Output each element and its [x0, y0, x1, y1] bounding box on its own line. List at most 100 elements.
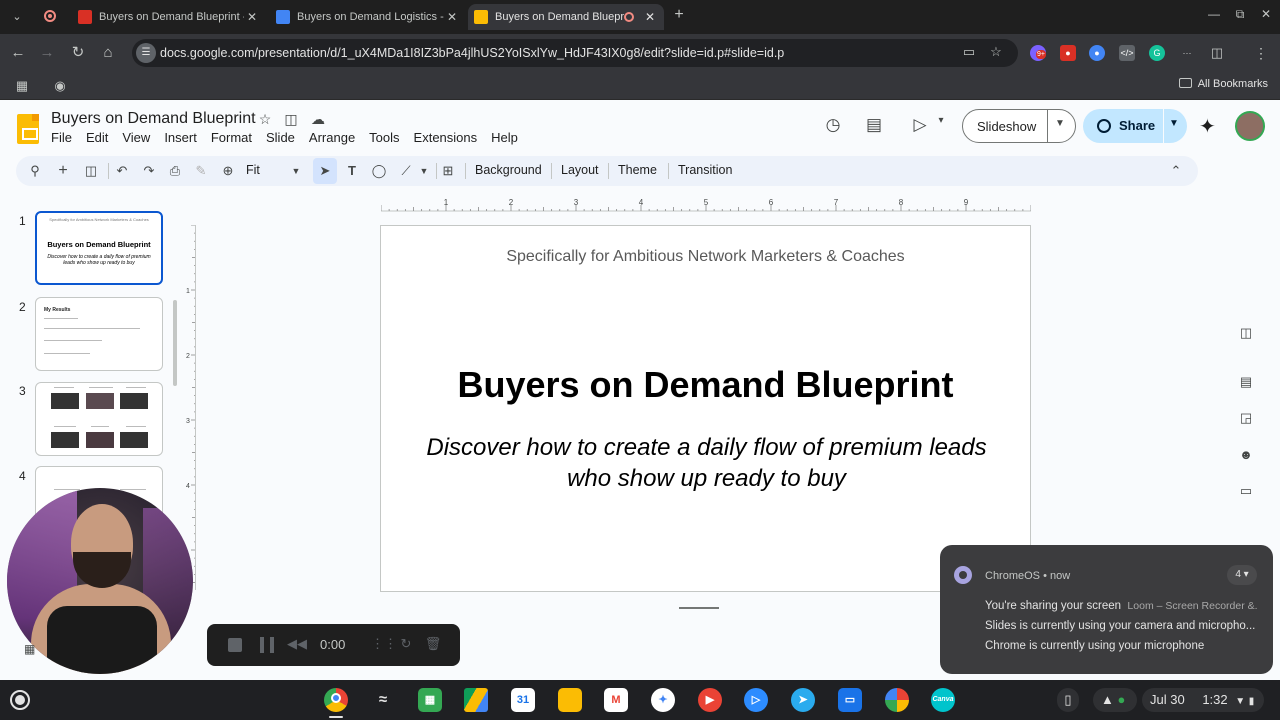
- paint-format-icon[interactable]: ✎: [192, 162, 210, 180]
- rewind-icon[interactable]: ◀◀: [287, 636, 307, 654]
- share-dropdown-icon[interactable]: ▼: [1169, 118, 1179, 129]
- notification-line[interactable]: Slides is currently using your camera an…: [985, 620, 1257, 632]
- extension-badge-icon[interactable]: 9+: [1030, 45, 1046, 61]
- assistant-icon[interactable]: ✦: [651, 688, 675, 712]
- slide-thumbnail-1[interactable]: Specifically for Ambitious Network Marke…: [35, 211, 163, 285]
- notification-count-badge[interactable]: 4 ▾: [1227, 565, 1257, 585]
- zoom-icon[interactable]: ⊕: [219, 162, 237, 180]
- close-tab-icon[interactable]: ✕: [444, 10, 460, 24]
- notification-line[interactable]: You're sharing your screen Loom – Screen…: [985, 600, 1257, 612]
- add-comment-icon[interactable]: ⊞: [439, 162, 457, 180]
- extension-red-icon[interactable]: ●: [1060, 45, 1076, 61]
- transition-button[interactable]: Transition: [678, 163, 732, 177]
- menu-edit[interactable]: Edit: [86, 130, 108, 145]
- undo-icon[interactable]: ↶: [113, 162, 131, 180]
- calendar-icon[interactable]: ▤: [1237, 373, 1255, 391]
- minimize-icon[interactable]: —: [1205, 7, 1223, 21]
- stop-recording-icon[interactable]: [228, 638, 242, 652]
- share-button[interactable]: Share ▼: [1083, 109, 1187, 143]
- globe-bookmark-icon[interactable]: ◉: [52, 78, 68, 94]
- slide-description[interactable]: Discover how to create a daily flow of p…: [401, 432, 1012, 494]
- launcher-icon[interactable]: [10, 690, 30, 710]
- all-bookmarks-button[interactable]: All Bookmarks: [1178, 78, 1268, 90]
- menu-slide[interactable]: Slide: [266, 130, 295, 145]
- comments-icon[interactable]: ▤: [863, 115, 885, 137]
- slideshow-dropdown-icon[interactable]: ▼: [1055, 118, 1065, 129]
- grammarly-icon[interactable]: G: [1149, 45, 1165, 61]
- drive-folder-icon[interactable]: ▭: [1237, 482, 1255, 500]
- contacts-icon[interactable]: ☻: [1237, 446, 1255, 464]
- photos-icon[interactable]: [885, 688, 909, 712]
- meet-camera-icon[interactable]: ▷: [909, 115, 931, 137]
- restore-icon[interactable]: ⧉: [1231, 7, 1249, 22]
- menu-view[interactable]: View: [122, 130, 150, 145]
- slide-title[interactable]: Buyers on Demand Blueprint: [381, 364, 1030, 406]
- keep-icon[interactable]: ◫: [1237, 324, 1255, 342]
- pause-icon[interactable]: [260, 637, 274, 653]
- status-pill[interactable]: ▲ ●: [1093, 688, 1137, 712]
- tab-blueprint-1[interactable]: Buyers on Demand Blueprint - G ✕: [72, 4, 266, 30]
- select-cursor-icon[interactable]: ➤: [316, 162, 334, 180]
- tab-logistics[interactable]: Buyers on Demand Logistics - G ✕: [270, 4, 466, 30]
- url-text[interactable]: docs.google.com/presentation/d/1_uX4MDa1…: [160, 46, 784, 60]
- menu-file[interactable]: File: [51, 130, 72, 145]
- collapse-toolbar-icon[interactable]: ⌃: [1167, 162, 1185, 180]
- files-icon[interactable]: ▭: [838, 688, 862, 712]
- zoom-dropdown-icon[interactable]: ▼: [287, 162, 305, 180]
- extension-code-icon[interactable]: </>: [1119, 45, 1135, 61]
- zoom-select[interactable]: Fit: [246, 163, 260, 177]
- menu-extensions[interactable]: Extensions: [414, 130, 478, 145]
- phone-hub-icon[interactable]: ▯: [1057, 688, 1079, 712]
- filmstrip-scrollbar[interactable]: [173, 300, 177, 386]
- menu-tools[interactable]: Tools: [369, 130, 399, 145]
- new-tab-icon[interactable]: +: [670, 6, 688, 26]
- extension-menu-icon[interactable]: ⋯: [1179, 45, 1195, 61]
- layout-button[interactable]: Layout: [561, 163, 599, 177]
- theme-button[interactable]: Theme: [618, 163, 657, 177]
- slide-thumbnail-3[interactable]: [35, 382, 163, 456]
- calendar-app-icon[interactable]: 31: [511, 688, 535, 712]
- drag-handle-icon[interactable]: ⋮⋮: [371, 636, 397, 654]
- extension-blue-icon[interactable]: ●: [1089, 45, 1105, 61]
- youtube-icon[interactable]: ▶: [698, 688, 722, 712]
- close-tab-icon[interactable]: ✕: [642, 10, 658, 24]
- slide-subtitle[interactable]: Specifically for Ambitious Network Marke…: [381, 248, 1030, 266]
- line-dropdown-icon[interactable]: ▼: [415, 162, 433, 180]
- back-icon[interactable]: ←: [8, 43, 28, 63]
- background-button[interactable]: Background: [475, 163, 542, 177]
- star-icon[interactable]: ☆: [256, 111, 274, 129]
- new-slide-icon[interactable]: +: [54, 162, 72, 180]
- close-tab-icon[interactable]: ✕: [244, 10, 260, 24]
- menu-insert[interactable]: Insert: [164, 130, 197, 145]
- cast-icon[interactable]: ▭: [960, 44, 978, 62]
- menu-help[interactable]: Help: [491, 130, 518, 145]
- bookmark-star-icon[interactable]: ☆: [987, 44, 1005, 62]
- delete-icon[interactable]: 🗑: [424, 636, 442, 654]
- search-menus-icon[interactable]: ⚲: [26, 162, 44, 180]
- restart-icon[interactable]: ↻: [397, 636, 415, 654]
- chromeos-notification[interactable]: ChromeOS • now 4 ▾ You're sharing your s…: [940, 545, 1273, 674]
- recording-indicator-icon[interactable]: [44, 10, 56, 22]
- print-icon[interactable]: ⎙: [166, 162, 184, 180]
- tab-blueprint-active[interactable]: Buyers on Demand Blueprint ✕: [468, 4, 664, 30]
- apps-grid-icon[interactable]: ▦: [14, 78, 30, 94]
- text-box-icon[interactable]: T: [343, 162, 361, 180]
- apps-icon[interactable]: ▦: [418, 688, 442, 712]
- site-info-icon[interactable]: ☰: [136, 43, 156, 63]
- notification-line[interactable]: Chrome is currently using your microphon…: [985, 640, 1257, 652]
- canva-icon[interactable]: Canva: [931, 688, 955, 712]
- new-slide-layout-icon[interactable]: ◫: [82, 162, 100, 180]
- extensions-puzzle-icon[interactable]: ◫: [1209, 45, 1225, 61]
- menu-arrange[interactable]: Arrange: [309, 130, 355, 145]
- slides-logo-icon[interactable]: [17, 114, 39, 144]
- gemini-icon[interactable]: ✦: [1199, 114, 1216, 139]
- speaker-notes-handle[interactable]: [679, 607, 719, 609]
- account-avatar[interactable]: [1235, 111, 1265, 141]
- zoom-icon[interactable]: ▷: [744, 688, 768, 712]
- address-bar[interactable]: ☰ docs.google.com/presentation/d/1_uX4MD…: [132, 39, 1018, 67]
- slide-canvas[interactable]: Specifically for Ambitious Network Marke…: [380, 225, 1031, 592]
- close-window-icon[interactable]: ✕: [1257, 7, 1275, 21]
- shape-icon[interactable]: ◯: [370, 162, 388, 180]
- grid-icon[interactable]: ▦: [24, 642, 38, 656]
- slides-app-icon[interactable]: [558, 688, 582, 712]
